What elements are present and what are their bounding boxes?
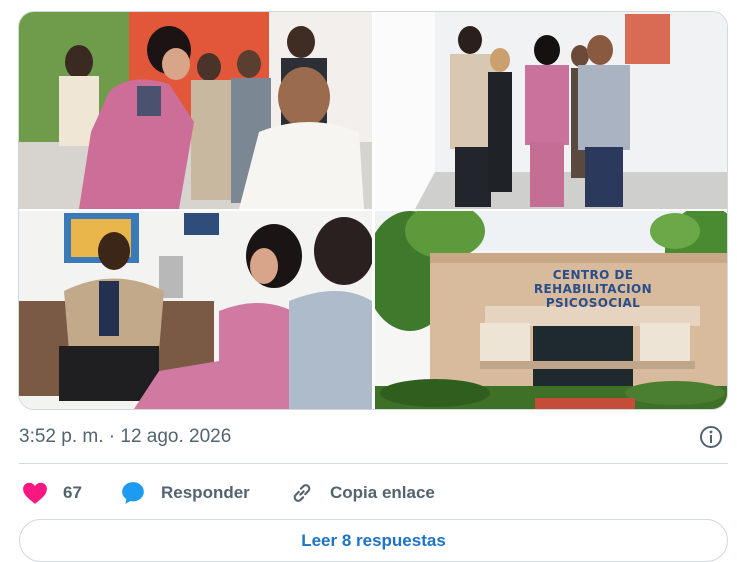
read-replies-label: Leer 8 respuestas bbox=[301, 530, 446, 550]
info-icon[interactable] bbox=[699, 425, 723, 449]
read-replies-button[interactable]: Leer 8 respuestas bbox=[19, 519, 728, 562]
action-bar: 67 Responder Copia enlace bbox=[19, 478, 719, 508]
photo-building[interactable]: CENTRO DE REHABILITACION PSICOSOCIAL bbox=[375, 211, 727, 409]
copy-link-button[interactable]: Copia enlace bbox=[288, 478, 435, 508]
timestamp-row: 3:52 p. m. · 12 ago. 2026 bbox=[19, 425, 727, 449]
building-sign: CENTRO DE REHABILITACION PSICOSOCIAL bbox=[493, 268, 693, 310]
photo-conversation[interactable] bbox=[19, 211, 372, 409]
link-icon bbox=[288, 479, 316, 507]
sign-line-1: CENTRO DE bbox=[552, 268, 634, 282]
reply-button[interactable]: Responder bbox=[119, 478, 250, 508]
like-button[interactable]: 67 bbox=[21, 478, 82, 508]
divider bbox=[19, 463, 728, 464]
like-count: 67 bbox=[63, 483, 82, 502]
copy-link-label: Copia enlace bbox=[330, 483, 435, 502]
photo-greeting[interactable] bbox=[19, 12, 372, 209]
speech-bubble-icon bbox=[119, 479, 147, 507]
photo-hallway[interactable] bbox=[375, 12, 727, 209]
reply-label: Responder bbox=[161, 483, 250, 502]
sign-line-2: REHABILITACION PSICOSOCIAL bbox=[533, 282, 653, 310]
media-grid: CENTRO DE REHABILITACION PSICOSOCIAL bbox=[18, 11, 728, 410]
post-timestamp[interactable]: 3:52 p. m. · 12 ago. 2026 bbox=[19, 426, 231, 448]
heart-icon bbox=[21, 479, 49, 507]
